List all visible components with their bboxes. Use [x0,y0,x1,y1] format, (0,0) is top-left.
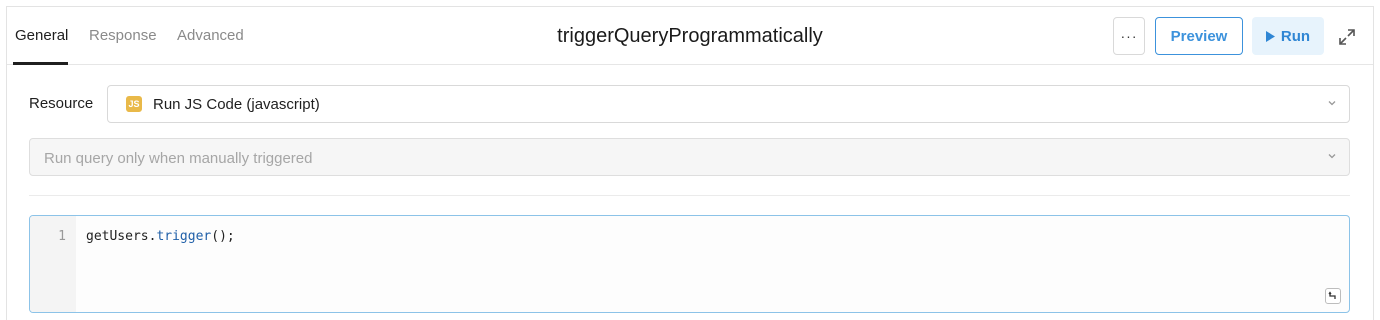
chevron-down-icon [1328,154,1336,159]
trigger-mode-select[interactable]: Run query only when manually triggered [29,138,1350,176]
ellipsis-icon: ··· [1120,28,1138,44]
preview-button[interactable]: Preview [1155,17,1243,55]
section-divider [29,195,1350,196]
query-name[interactable]: triggerQueryProgrammatically [557,25,823,47]
resource-select-value: Run JS Code (javascript) [153,96,320,113]
line-number-gutter: 1 [30,216,76,312]
format-code-icon[interactable] [1325,288,1341,304]
line-number: 1 [58,229,66,244]
tab-general[interactable]: General [15,27,68,44]
code-line[interactable]: getUsers.trigger(); [86,229,235,244]
resource-select[interactable]: JS Run JS Code (javascript) [107,85,1350,123]
javascript-icon: JS [126,96,142,112]
code-tail: (); [211,229,235,244]
play-icon [1265,30,1275,42]
query-header: General Response Advanced triggerQueryPr… [7,7,1373,65]
active-tab-indicator [13,62,68,65]
code-object: getUsers [86,229,149,244]
chevron-down-icon [1328,101,1336,106]
run-button[interactable]: Run [1252,17,1324,55]
resource-label: Resource [29,95,94,112]
tab-advanced[interactable]: Advanced [177,27,244,44]
more-options-button[interactable]: ··· [1113,17,1145,55]
code-editor[interactable]: 1 getUsers.trigger(); [29,215,1350,313]
code-method: trigger [156,229,212,244]
undo-arrow-icon [1328,291,1336,299]
run-button-label: Run [1280,27,1311,45]
tab-response[interactable]: Response [89,27,157,44]
query-editor-panel: General Response Advanced triggerQueryPr… [6,6,1374,320]
trigger-mode-value: Run query only when manually triggered [44,150,313,167]
expand-icon[interactable] [1337,27,1357,47]
